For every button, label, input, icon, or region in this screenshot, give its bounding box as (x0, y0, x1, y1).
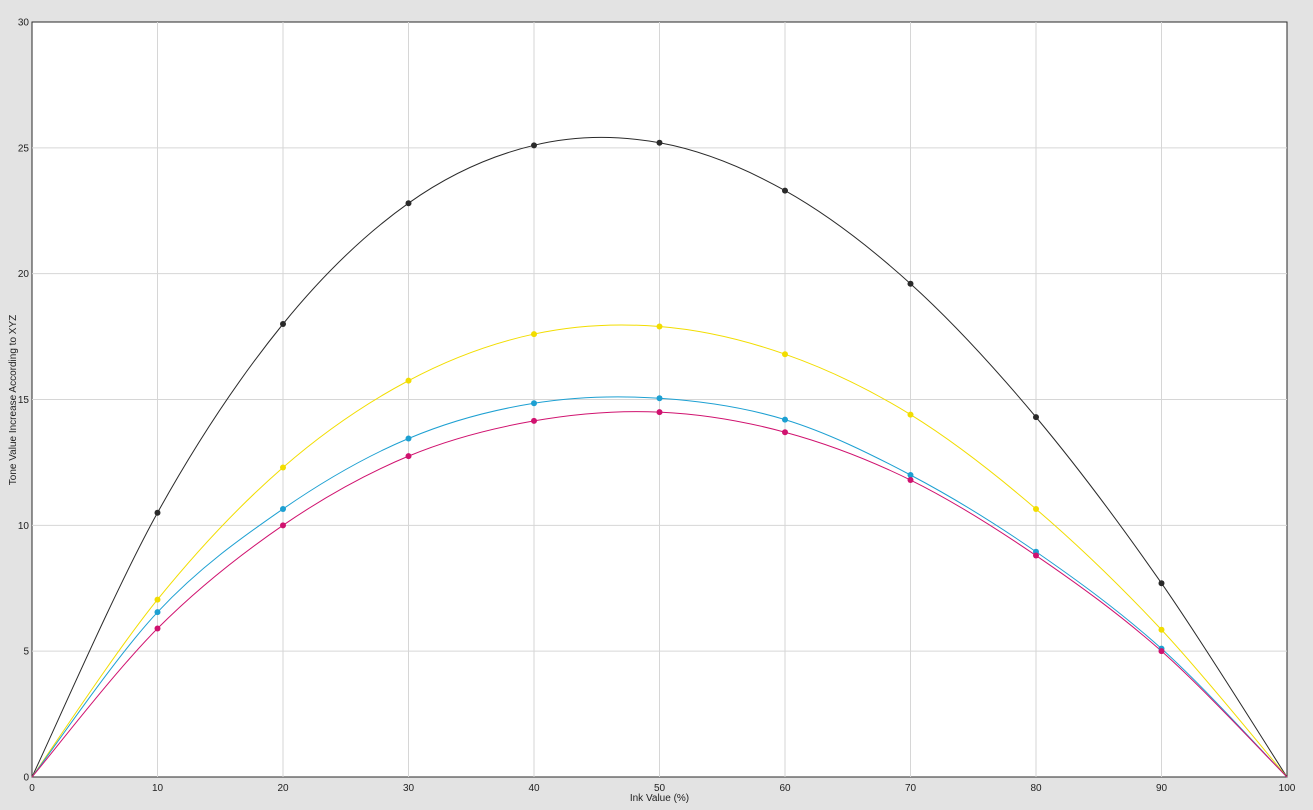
x-tick-label: 100 (1279, 783, 1296, 794)
data-point (405, 435, 412, 442)
data-point (782, 416, 788, 423)
y-axis-title: Tone Value Increase According to XYZ (8, 315, 19, 485)
data-point (1033, 414, 1039, 421)
x-tick-label: 10 (152, 783, 164, 794)
x-tick-label: 20 (277, 783, 289, 794)
data-point (531, 142, 537, 149)
x-tick-label: 60 (779, 783, 791, 794)
y-tick-label: 5 (23, 647, 29, 658)
data-point (656, 409, 663, 416)
data-point (656, 139, 663, 146)
x-axis-title: Ink Value (%) (630, 793, 689, 804)
y-tick-label: 10 (18, 521, 30, 532)
data-point (154, 625, 161, 632)
data-point (531, 400, 537, 407)
data-point (1158, 580, 1165, 587)
data-point (531, 331, 537, 338)
data-point (782, 429, 788, 436)
x-tick-label: 0 (29, 783, 35, 794)
data-point (154, 509, 161, 516)
x-tick-label: 40 (528, 783, 540, 794)
data-point (907, 280, 914, 287)
y-tick-label: 20 (18, 269, 30, 280)
x-tick-label: 90 (1156, 783, 1168, 794)
data-point (154, 596, 161, 603)
x-tick-label: 30 (403, 783, 415, 794)
y-tick-label: 0 (23, 773, 29, 784)
data-point (405, 453, 412, 460)
data-point (656, 323, 663, 330)
y-tick-label: 25 (18, 143, 30, 154)
x-tick-label: 70 (905, 783, 917, 794)
data-point (280, 505, 286, 512)
data-point (280, 321, 286, 327)
data-point (782, 187, 788, 194)
data-point (656, 395, 663, 402)
data-point (907, 411, 914, 418)
data-point (782, 351, 788, 358)
data-point (405, 200, 412, 207)
data-point (405, 377, 412, 384)
data-point (280, 464, 286, 471)
y-tick-label: 30 (18, 18, 30, 29)
x-tick-label: 80 (1030, 783, 1042, 794)
y-tick-label: 15 (18, 395, 30, 406)
tvi-chart: 0 10 20 30 40 50 60 70 80 90 100051015202530 Ink V… (8, 18, 1296, 805)
data-point (154, 609, 161, 616)
data-point (907, 477, 914, 484)
data-point (1033, 505, 1039, 512)
data-point (531, 417, 537, 424)
chart-container: 0 10 20 30 40 50 60 70 80 90 100 0 5 10 15 20 25 30 Ink V… (0, 0, 1313, 805)
data-point (280, 522, 286, 529)
data-point (1158, 626, 1165, 633)
data-point (1158, 648, 1165, 655)
data-point (1033, 552, 1039, 559)
